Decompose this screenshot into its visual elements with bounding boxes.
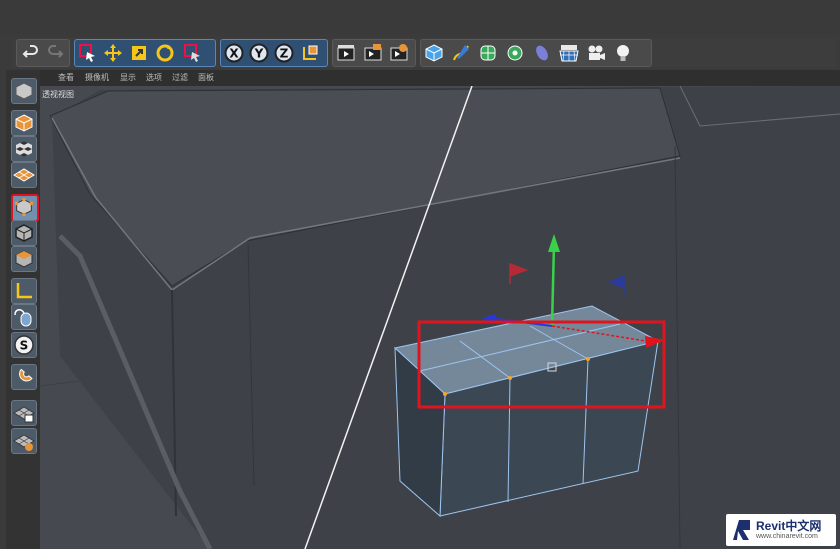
- watermark-brand: Revit中文网: [756, 519, 822, 533]
- lock-workplane-button[interactable]: [11, 400, 37, 426]
- transform-tools-group: [74, 39, 216, 67]
- planar-grid-icon: [13, 434, 35, 451]
- make-editable-icon: [15, 82, 33, 100]
- light-bulb-icon[interactable]: [613, 43, 633, 63]
- tweak-mouse-icon: [14, 309, 32, 327]
- texture-checker-icon: [16, 141, 32, 157]
- title-bar: [0, 0, 840, 34]
- grid-lock-icon: [13, 406, 35, 423]
- axis-mode-icon: [16, 283, 32, 299]
- points-mode-icon: [14, 197, 34, 217]
- magnet-snap-button[interactable]: [11, 364, 37, 390]
- menu-view[interactable]: 查看: [58, 72, 74, 83]
- magnet-icon: [19, 368, 33, 382]
- z-axis-lock-icon[interactable]: Z: [274, 43, 294, 63]
- deformer-icon[interactable]: [532, 43, 552, 63]
- polygons-mode-icon: [15, 250, 33, 268]
- y-axis-lock-icon[interactable]: Y: [249, 43, 269, 63]
- subdivision-surface-icon[interactable]: [478, 43, 498, 63]
- edges-mode-button[interactable]: [11, 220, 37, 246]
- spline-pen-icon[interactable]: [451, 43, 471, 63]
- axis-mode-button[interactable]: [11, 278, 37, 304]
- workplane-mode-button[interactable]: [11, 162, 37, 188]
- tweak-mode-button[interactable]: [11, 304, 37, 330]
- watermark-logo: Revit中文网 www.chinarevit.com: [726, 514, 836, 546]
- menu-display[interactable]: 显示: [120, 72, 136, 83]
- main-toolbar: X Y Z: [12, 38, 836, 68]
- texture-mode-button[interactable]: [11, 136, 37, 162]
- planar-workplane-button[interactable]: [11, 428, 37, 454]
- edges-mode-icon: [15, 224, 33, 242]
- move-tool-icon[interactable]: [103, 43, 123, 63]
- object-creation-group: [420, 39, 652, 67]
- render-settings-icon[interactable]: [389, 43, 409, 63]
- model-mode-button[interactable]: [11, 110, 37, 136]
- recent-tool-icon[interactable]: [183, 43, 203, 63]
- menu-panel[interactable]: 面板: [198, 72, 214, 83]
- undo-redo-group: [16, 39, 70, 67]
- left-mode-palette: S: [6, 70, 40, 549]
- model-cube-icon: [15, 114, 33, 132]
- revit-r-icon: [733, 520, 750, 540]
- rotate-tool-icon[interactable]: [155, 43, 175, 63]
- y-axis-label: Y: [254, 47, 264, 61]
- watermark-url: www.chinarevit.com: [756, 533, 818, 540]
- coordinate-system-icon[interactable]: [300, 43, 320, 63]
- render-picture-viewer-icon[interactable]: [363, 43, 383, 63]
- menu-cameras[interactable]: 摄像机: [85, 72, 109, 83]
- workplane-icon: [13, 168, 35, 182]
- svg-text:S: S: [20, 339, 29, 353]
- menu-filter[interactable]: 过滤: [172, 72, 188, 83]
- x-axis-label: X: [229, 47, 239, 61]
- viewport-label: 透视视图: [42, 90, 74, 99]
- camera-icon[interactable]: [586, 43, 606, 63]
- redo-icon[interactable]: [45, 43, 65, 63]
- points-mode-button[interactable]: [11, 194, 39, 222]
- axis-lock-group: X Y Z: [220, 39, 328, 67]
- undo-icon[interactable]: [21, 43, 41, 63]
- viewport-menu-bar: 查看 摄像机 显示 选项 过滤 面板: [40, 70, 840, 86]
- x-axis-lock-icon[interactable]: X: [224, 43, 244, 63]
- snap-s-icon: S: [14, 335, 34, 355]
- floor-environment-icon[interactable]: [559, 43, 579, 63]
- make-editable-button[interactable]: [11, 78, 37, 104]
- snap-button[interactable]: S: [11, 332, 37, 358]
- scale-tool-icon[interactable]: [129, 43, 149, 63]
- cube-primitive-icon[interactable]: [424, 43, 444, 63]
- perspective-viewport[interactable]: 透视视图: [40, 86, 840, 549]
- cloner-icon[interactable]: [505, 43, 525, 63]
- cinema4d-window: X Y Z S 查看 摄像机 显示 选项 过滤 面板 透视视图 Revit中文网…: [0, 0, 840, 549]
- render-group: [332, 39, 416, 67]
- live-select-icon[interactable]: [78, 43, 98, 63]
- polygons-mode-button[interactable]: [11, 246, 37, 272]
- z-axis-label: Z: [280, 47, 289, 61]
- render-view-icon[interactable]: [336, 43, 356, 63]
- scene-canvas[interactable]: [40, 86, 840, 549]
- menu-options[interactable]: 选项: [146, 72, 162, 83]
